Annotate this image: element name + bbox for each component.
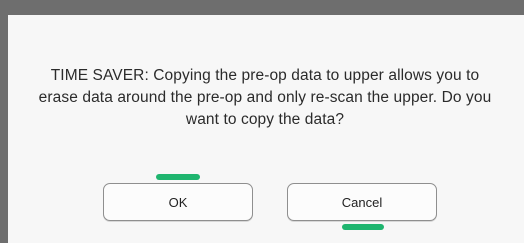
cancel-button[interactable]: Cancel xyxy=(287,183,437,221)
ok-button-highlight-marker xyxy=(156,174,200,180)
dialog-message: TIME SAVER: Copying the pre-op data to u… xyxy=(38,67,492,128)
cancel-button-highlight-marker xyxy=(342,224,384,230)
ok-button[interactable]: OK xyxy=(103,183,253,221)
copy-data-dialog: TIME SAVER: Copying the pre-op data to u… xyxy=(8,15,524,243)
